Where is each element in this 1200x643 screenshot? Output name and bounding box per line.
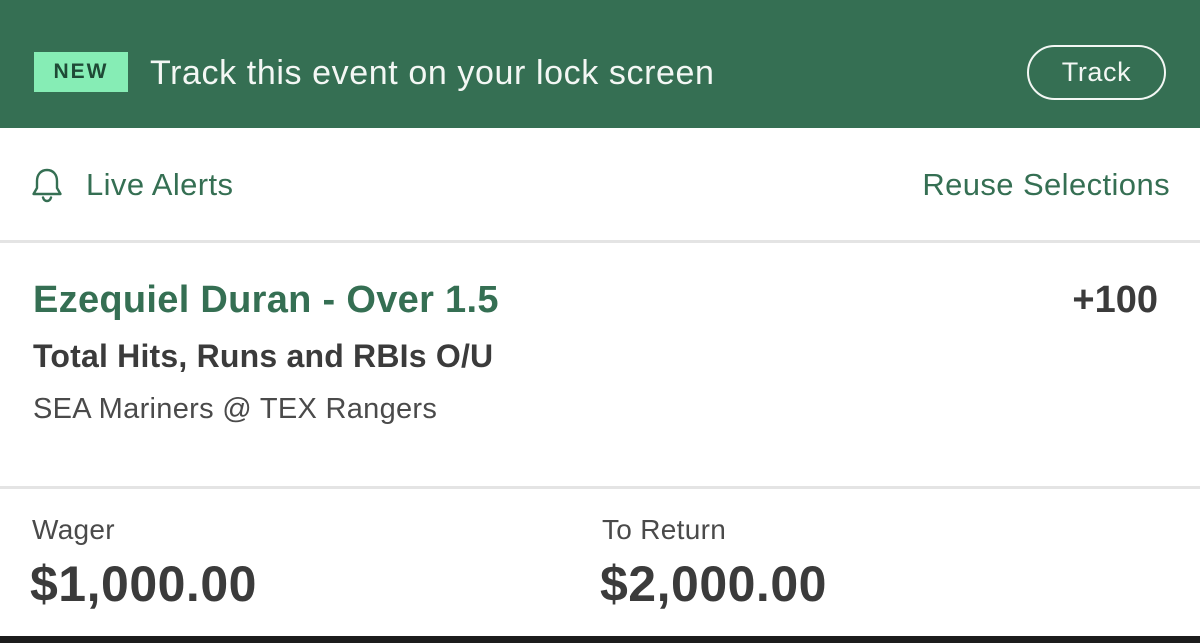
live-alerts-button[interactable]: Live Alerts xyxy=(86,165,233,205)
to-return-amount: $2,000.00 xyxy=(600,556,827,612)
market-name: Total Hits, Runs and RBIs O/U xyxy=(33,337,494,374)
divider xyxy=(0,240,1200,243)
divider xyxy=(0,486,1200,489)
wager-amount: $1,000.00 xyxy=(30,556,257,612)
lock-screen-banner: NEW Track this event on your lock screen… xyxy=(0,0,1200,128)
event-name: SEA Mariners @ TEX Rangers xyxy=(33,392,438,425)
selection-odds: +100 xyxy=(1072,278,1158,321)
track-button[interactable]: Track xyxy=(1027,45,1166,100)
alerts-row: Live Alerts Reuse Selections xyxy=(0,128,1200,240)
banner-message: Track this event on your lock screen xyxy=(150,53,715,92)
selection-name: Ezequiel Duran - Over 1.5 xyxy=(33,278,499,321)
new-badge: NEW xyxy=(34,52,128,92)
bell-icon[interactable] xyxy=(30,167,64,203)
bet-receipt: NEW Track this event on your lock screen… xyxy=(0,0,1200,643)
bottom-edge xyxy=(0,636,1200,643)
wager-label: Wager xyxy=(32,514,115,545)
to-return-label: To Return xyxy=(602,514,727,545)
reuse-selections-link[interactable]: Reuse Selections xyxy=(922,165,1170,205)
